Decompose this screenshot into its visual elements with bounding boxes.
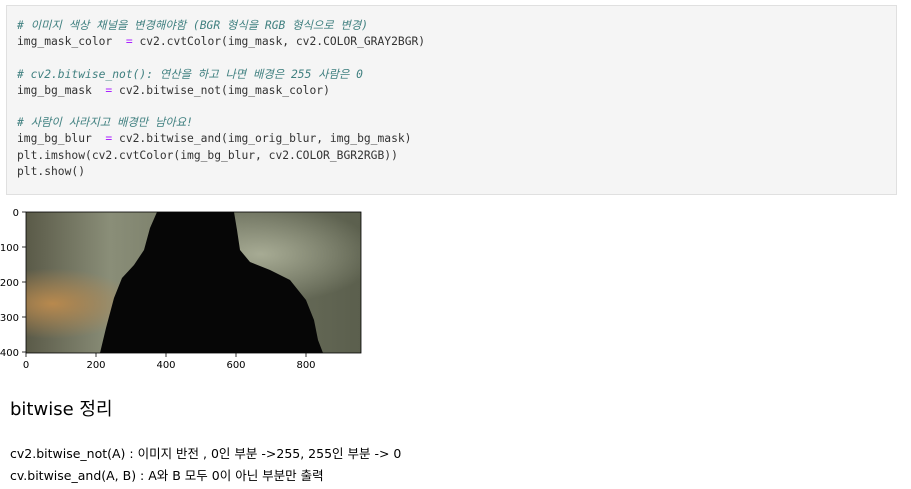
markdown-line: cv2.bitwise_not(A) : 이미지 반전 , 0인 부분 ->25… [10, 446, 402, 461]
x-tick-label: 400 [156, 360, 175, 371]
y-tick-label: 300 [0, 313, 19, 324]
code-lhs: img_bg_mask [17, 83, 99, 97]
y-tick-label: 0 [13, 208, 19, 219]
code-lhs: img_mask_color [17, 35, 120, 49]
code-line: img_bg_mask = cv2.bitwise_not(img_mask_c… [17, 83, 896, 99]
code-rhs: cv2.cvtColor(img_mask, cv2.COLOR_GRAY2BG… [139, 35, 426, 49]
image-output: 0 100 200 300 400 0 200 400 600 800 [0, 200, 380, 380]
code-comment: # 사람이 사라지고 배경만 남아요! [17, 116, 193, 130]
code-cell[interactable]: # 이미지 색상 채널을 변경해야함 (BGR 형식을 RGB 형식으로 변경)… [6, 5, 897, 195]
y-tick-label: 200 [0, 278, 19, 289]
markdown-line: cv.bitwise_and(A, B) : A와 B 모두 0이 아닌 부분만… [10, 468, 324, 483]
code-lhs: img_bg_blur [17, 132, 99, 146]
x-tick-label: 600 [226, 360, 245, 371]
code-operator: = [119, 35, 140, 49]
x-axis: 0 200 400 600 800 [23, 353, 316, 371]
y-axis: 0 100 200 300 400 [0, 208, 26, 359]
code-operator: = [98, 132, 120, 146]
x-tick-label: 800 [296, 360, 315, 371]
code-comment: # cv2.bitwise_not(): 연산을 하고 나면 배경은 255 사… [17, 67, 363, 81]
code-line: plt.show() [17, 164, 86, 178]
code-line: img_bg_blur = cv2.bitwise_and(img_orig_b… [17, 131, 896, 147]
x-tick-label: 200 [86, 360, 105, 371]
code-line: plt.imshow(cv2.cvtColor(img_bg_blur, cv2… [17, 148, 398, 162]
markdown-heading: bitwise 정리 [10, 399, 113, 420]
code-rhs: cv2.bitwise_and(img_orig_blur, img_bg_ma… [119, 132, 412, 146]
code-operator: = [98, 83, 120, 97]
image-frame [25, 211, 362, 354]
markdown-cell: bitwise 정리 cv2.bitwise_not(A) : 이미지 반전 ,… [10, 395, 890, 483]
y-tick-label: 100 [0, 243, 19, 254]
code-line: img_mask_color = cv2.cvtColor(img_mask, … [17, 34, 896, 50]
code-comment: # 이미지 색상 채널을 변경해야함 (BGR 형식을 RGB 형식으로 변경) [17, 19, 369, 32]
x-tick-label: 0 [23, 360, 29, 371]
code-rhs: cv2.bitwise_not(img_mask_color) [119, 83, 330, 97]
imshow-plot: 0 100 200 300 400 0 200 400 600 800 [0, 208, 362, 371]
y-tick-label: 400 [0, 348, 19, 359]
code-block: # 이미지 색상 채널을 변경해야함 (BGR 형식을 RGB 형식으로 변경)… [7, 6, 896, 180]
